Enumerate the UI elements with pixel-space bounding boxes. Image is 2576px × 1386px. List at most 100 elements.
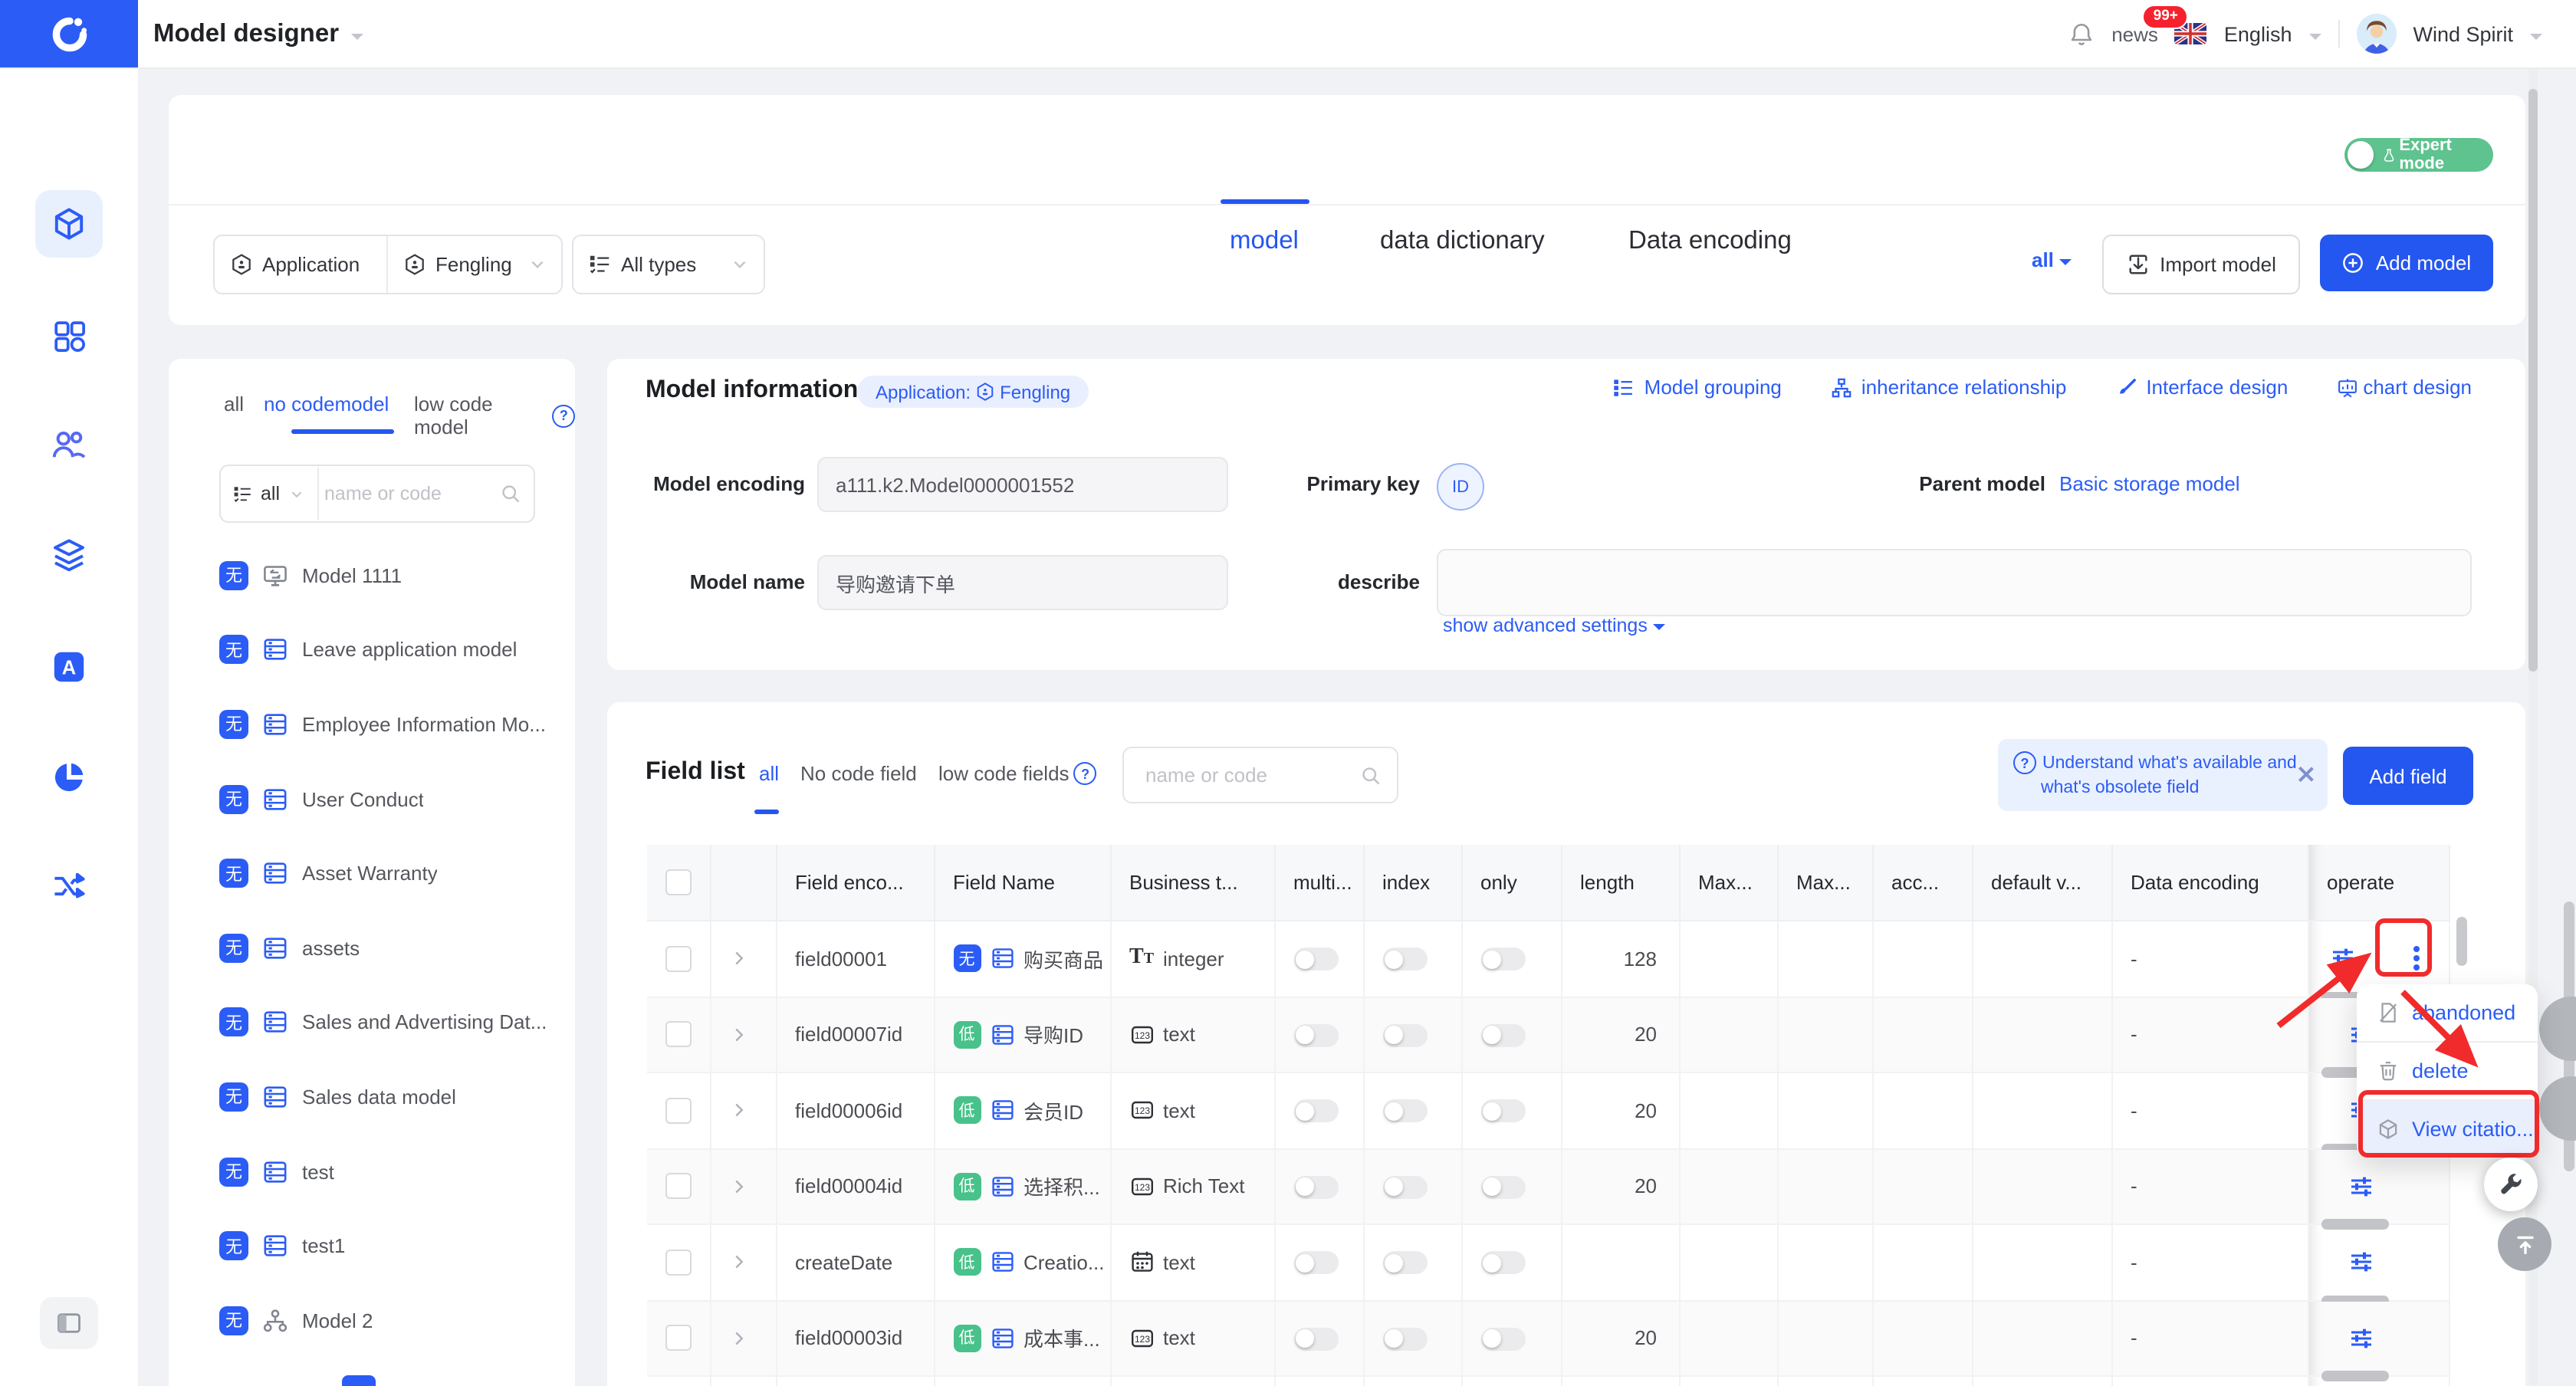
model-list-item[interactable]: 无 Sales and Advertising Dat... bbox=[169, 985, 575, 1059]
expand-row-icon[interactable] bbox=[729, 1102, 748, 1120]
sidebar-item-dashboard[interactable] bbox=[35, 302, 103, 369]
inheritance-relationship-link[interactable]: inheritance relationship bbox=[1831, 376, 2066, 399]
back-to-top-fab[interactable] bbox=[2498, 1217, 2551, 1271]
index-toggle[interactable] bbox=[1382, 1023, 1427, 1047]
menu-item-abandoned[interactable]: abandoned bbox=[2357, 984, 2538, 1041]
parent-model-link[interactable]: Basic storage model bbox=[2059, 472, 2240, 495]
model-list-item[interactable]: 无 Model 1111 bbox=[169, 538, 575, 613]
field-tab-low-code[interactable]: low code fields bbox=[938, 762, 1097, 785]
collapse-sidebar-button[interactable] bbox=[40, 1297, 98, 1349]
sidebar-item-flow[interactable] bbox=[35, 852, 103, 920]
sidebar-item-model-designer[interactable] bbox=[35, 190, 103, 258]
row-checkbox[interactable] bbox=[665, 1097, 692, 1124]
close-icon[interactable] bbox=[2298, 767, 2314, 782]
model-list-item[interactable]: 无 assets bbox=[169, 911, 575, 985]
field-settings-icon[interactable] bbox=[2348, 1326, 2373, 1351]
multi-toggle[interactable] bbox=[1293, 1023, 1338, 1047]
model-type-select[interactable]: all bbox=[221, 483, 317, 504]
show-advanced-settings-link[interactable]: show advanced settings bbox=[1443, 613, 1666, 636]
user-menu[interactable]: Wind Spirit bbox=[2413, 22, 2513, 45]
index-toggle[interactable] bbox=[1382, 1327, 1427, 1351]
field-settings-icon[interactable] bbox=[2330, 947, 2354, 971]
sidebar-item-charts[interactable] bbox=[35, 744, 103, 811]
avatar[interactable] bbox=[2356, 14, 2397, 54]
tab-model[interactable]: model bbox=[1230, 227, 1299, 256]
content-scrollbar-thumb[interactable] bbox=[2528, 89, 2538, 672]
type-filter-select[interactable]: All types bbox=[572, 235, 765, 294]
search-icon[interactable] bbox=[500, 483, 521, 504]
model-list-item[interactable]: 无 Asset Warranty bbox=[169, 836, 575, 911]
row-checkbox[interactable] bbox=[665, 1325, 692, 1352]
search-icon[interactable] bbox=[1360, 764, 1382, 786]
model-name-input[interactable] bbox=[817, 555, 1228, 610]
only-toggle[interactable] bbox=[1480, 1327, 1525, 1351]
multi-toggle[interactable] bbox=[1293, 948, 1338, 971]
expand-row-icon[interactable] bbox=[729, 950, 748, 968]
news-menu[interactable]: news 99+ bbox=[2111, 4, 2189, 45]
left-tab-low-code-model[interactable]: low code model bbox=[414, 392, 575, 438]
model-search-input[interactable] bbox=[318, 483, 500, 504]
add-model-button[interactable]: Add model bbox=[2320, 235, 2493, 291]
model-list-item[interactable]: 无 User Conduct bbox=[169, 762, 575, 836]
add-field-button[interactable]: Add field bbox=[2343, 747, 2473, 805]
expand-row-icon[interactable] bbox=[729, 1329, 748, 1348]
tab-data-dictionary[interactable]: data dictionary bbox=[1380, 227, 1545, 256]
floating-button-partial[interactable] bbox=[2539, 997, 2576, 1061]
tab-data-encoding[interactable]: Data encoding bbox=[1628, 227, 1792, 256]
question-circle-icon[interactable] bbox=[552, 404, 575, 427]
app-logo[interactable] bbox=[0, 0, 138, 67]
field-settings-icon[interactable] bbox=[2348, 1250, 2373, 1275]
model-list-item[interactable]: 无 Model 2 bbox=[169, 1283, 575, 1358]
question-circle-icon[interactable] bbox=[1073, 762, 1097, 785]
multi-toggle[interactable] bbox=[1293, 1251, 1338, 1275]
scope-dropdown[interactable]: all bbox=[2032, 248, 2072, 271]
chart-design-link[interactable]: chart design bbox=[2337, 376, 2472, 399]
language-selector[interactable]: English bbox=[2224, 22, 2292, 45]
pagination-current-page[interactable] bbox=[342, 1375, 376, 1386]
expand-row-icon[interactable] bbox=[729, 1026, 748, 1044]
floating-button-partial[interactable] bbox=[2539, 1076, 2576, 1141]
app-title[interactable]: Model designer bbox=[153, 0, 364, 67]
describe-input[interactable] bbox=[1437, 549, 2472, 616]
row-checkbox[interactable] bbox=[665, 1173, 692, 1200]
index-toggle[interactable] bbox=[1382, 1099, 1427, 1123]
left-tab-all[interactable]: all bbox=[224, 392, 244, 415]
model-grouping-link[interactable]: Model grouping bbox=[1614, 376, 1782, 399]
row-checkbox[interactable] bbox=[665, 945, 692, 972]
interface-design-link[interactable]: Interface design bbox=[2115, 376, 2288, 399]
model-encoding-input[interactable] bbox=[817, 457, 1228, 512]
expand-row-icon[interactable] bbox=[729, 1253, 748, 1272]
row-checkbox[interactable] bbox=[665, 1021, 692, 1048]
field-search-input[interactable] bbox=[1139, 764, 1360, 787]
model-list-item[interactable]: 无 test1 bbox=[169, 1209, 575, 1283]
field-tab-no-code[interactable]: No code field bbox=[800, 762, 917, 785]
only-toggle[interactable] bbox=[1480, 1099, 1525, 1123]
expand-row-icon[interactable] bbox=[729, 1177, 748, 1196]
table-scrollbar-thumb[interactable] bbox=[2456, 917, 2467, 966]
index-toggle[interactable] bbox=[1382, 1251, 1427, 1275]
only-toggle[interactable] bbox=[1480, 1251, 1525, 1275]
sidebar-item-ai-design[interactable]: A bbox=[35, 633, 103, 701]
only-toggle[interactable] bbox=[1480, 1175, 1525, 1199]
only-toggle[interactable] bbox=[1480, 1023, 1525, 1047]
select-all-checkbox[interactable] bbox=[665, 869, 692, 896]
multi-toggle[interactable] bbox=[1293, 1175, 1338, 1199]
model-list-item[interactable]: 无 Leave application model bbox=[169, 613, 575, 687]
expert-mode-toggle[interactable]: Expert mode bbox=[2344, 136, 2493, 173]
sidebar-item-team[interactable] bbox=[35, 411, 103, 478]
application-filter-select[interactable]: Application Fengling bbox=[213, 235, 563, 294]
index-toggle[interactable] bbox=[1382, 1175, 1427, 1199]
model-list-item[interactable]: 无 test bbox=[169, 1135, 575, 1209]
bell-icon[interactable] bbox=[2068, 21, 2095, 47]
import-model-button[interactable]: Import model bbox=[2102, 235, 2300, 294]
field-tab-all[interactable]: all bbox=[759, 762, 779, 785]
index-toggle[interactable] bbox=[1382, 948, 1427, 971]
row-checkbox[interactable] bbox=[665, 1249, 692, 1276]
model-list-item[interactable]: 无 Employee Information Mo... bbox=[169, 687, 575, 761]
model-list-item[interactable]: 无 Sales data model bbox=[169, 1059, 575, 1134]
field-settings-icon[interactable] bbox=[2348, 1174, 2373, 1199]
settings-wrench-fab[interactable] bbox=[2484, 1158, 2538, 1211]
left-tab-no-code-model[interactable]: no codemodel bbox=[264, 392, 389, 415]
multi-toggle[interactable] bbox=[1293, 1099, 1338, 1123]
sidebar-item-layers[interactable] bbox=[35, 521, 103, 589]
